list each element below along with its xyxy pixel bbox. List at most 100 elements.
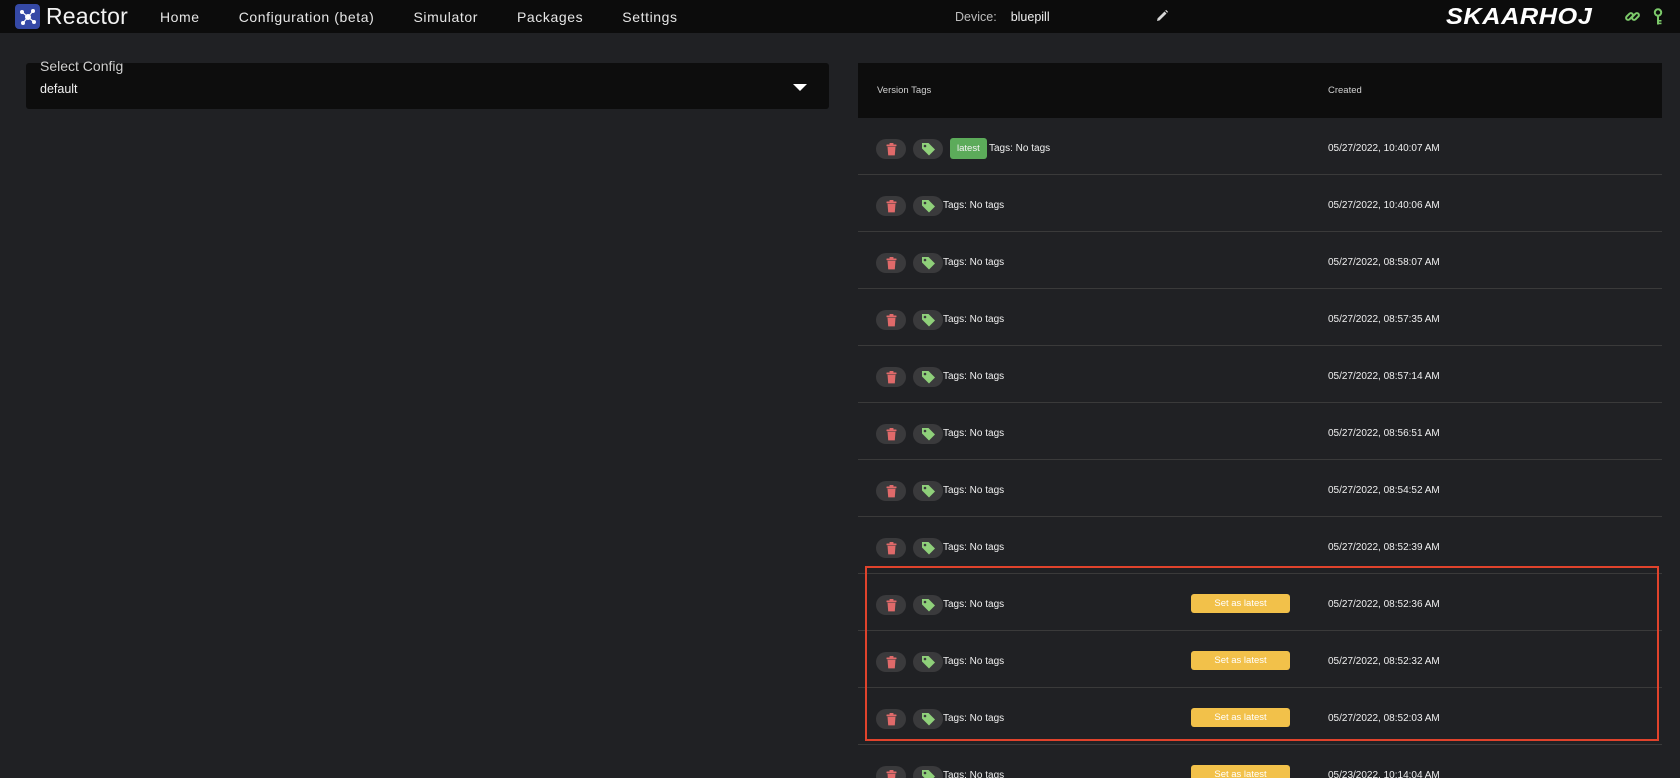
edit-tags-button[interactable] — [913, 538, 943, 558]
tags-text: Tags: No tags — [943, 656, 1005, 667]
table-row: Tags: No tags Set as latest 05/23/2022, 10… — [858, 745, 1662, 778]
header-version-tags: Version Tags — [877, 85, 932, 96]
edit-tags-button[interactable] — [913, 139, 943, 159]
trash-icon — [886, 370, 897, 384]
trash-icon — [886, 655, 897, 669]
header-created: Created — [1328, 85, 1362, 96]
trash-icon — [886, 484, 897, 498]
trash-icon — [886, 142, 897, 156]
created-date: 05/27/2022, 08:52:39 AM — [1328, 542, 1440, 553]
tags-text: Tags: No tags — [943, 485, 1005, 496]
tag-icon — [921, 313, 936, 327]
delete-button[interactable] — [876, 367, 906, 387]
edit-tags-button[interactable] — [913, 766, 943, 778]
tags-text: Tags: No tags — [943, 371, 1005, 382]
edit-tags-button[interactable] — [913, 595, 943, 615]
edit-tags-button[interactable] — [913, 310, 943, 330]
latest-badge: latest — [950, 138, 987, 159]
tags-text: Tags: No tags — [943, 542, 1005, 553]
brand[interactable]: Reactor — [15, 3, 128, 30]
delete-button[interactable] — [876, 310, 906, 330]
link-icon[interactable] — [1624, 8, 1641, 25]
trash-icon — [886, 313, 897, 327]
delete-button[interactable] — [876, 652, 906, 672]
tag-icon — [921, 142, 936, 156]
edit-tags-button[interactable] — [913, 709, 943, 729]
versions-table: Version Tags Created latest Tags: No tags… — [858, 63, 1662, 778]
main-nav: Home Configuration (beta) Simulator Pack… — [160, 9, 717, 25]
tags-text: Tags: No tags — [943, 314, 1005, 325]
tag-icon — [921, 541, 936, 555]
created-date: 05/27/2022, 08:52:03 AM — [1328, 713, 1440, 724]
table-row: Tags: No tags 05/27/2022, 08:58:07 AM — [858, 232, 1662, 289]
tag-icon — [921, 598, 936, 612]
tags-text: Tags: No tags — [943, 599, 1005, 610]
table-row: latest Tags: No tags 05/27/2022, 10:40:07 … — [858, 118, 1662, 175]
set-as-latest-button[interactable]: Set as latest — [1191, 708, 1290, 727]
nav-settings[interactable]: Settings — [622, 9, 677, 25]
table-header: Version Tags Created — [858, 63, 1662, 118]
delete-button[interactable] — [876, 424, 906, 444]
pencil-icon[interactable] — [1155, 9, 1169, 23]
select-config-dropdown[interactable]: Select Config default — [26, 58, 829, 109]
delete-button[interactable] — [876, 481, 906, 501]
table-body: latest Tags: No tags 05/27/2022, 10:40:07 … — [858, 118, 1662, 778]
edit-tags-button[interactable] — [913, 253, 943, 273]
created-date: 05/27/2022, 10:40:07 AM — [1328, 143, 1440, 154]
table-row: Tags: No tags Set as latest 05/27/2022, 08… — [858, 631, 1662, 688]
table-row: Tags: No tags 05/27/2022, 08:54:52 AM — [858, 460, 1662, 517]
trash-icon — [886, 541, 897, 555]
created-date: 05/23/2022, 10:14:04 AM — [1328, 770, 1440, 778]
set-as-latest-button[interactable]: Set as latest — [1191, 594, 1290, 613]
delete-button[interactable] — [876, 595, 906, 615]
edit-tags-button[interactable] — [913, 424, 943, 444]
select-config-value: default — [40, 82, 78, 96]
tags-text: Tags: No tags — [989, 143, 1051, 154]
tag-icon — [921, 712, 936, 726]
edit-tags-button[interactable] — [913, 196, 943, 216]
tag-icon — [921, 199, 936, 213]
delete-button[interactable] — [876, 766, 906, 778]
delete-button[interactable] — [876, 196, 906, 216]
nav-simulator[interactable]: Simulator — [413, 9, 478, 25]
edit-tags-button[interactable] — [913, 481, 943, 501]
trash-icon — [886, 769, 897, 778]
set-as-latest-button[interactable]: Set as latest — [1191, 765, 1290, 778]
chevron-down-icon[interactable] — [793, 84, 807, 91]
delete-button[interactable] — [876, 253, 906, 273]
tags-text: Tags: No tags — [943, 200, 1005, 211]
tag-icon — [921, 769, 936, 778]
edit-tags-button[interactable] — [913, 367, 943, 387]
app-name: Reactor — [46, 3, 128, 29]
tag-icon — [921, 256, 936, 270]
created-date: 05/27/2022, 08:56:51 AM — [1328, 428, 1440, 439]
delete-button[interactable] — [876, 538, 906, 558]
trash-icon — [886, 427, 897, 441]
set-as-latest-button[interactable]: Set as latest — [1191, 651, 1290, 670]
created-date: 05/27/2022, 08:57:35 AM — [1328, 314, 1440, 325]
tags-text: Tags: No tags — [943, 428, 1005, 439]
tag-icon — [921, 427, 936, 441]
tag-icon — [921, 484, 936, 498]
device-label: Device: — [955, 9, 997, 24]
nav-packages[interactable]: Packages — [517, 9, 583, 25]
trash-icon — [886, 199, 897, 213]
created-date: 05/27/2022, 08:52:32 AM — [1328, 656, 1440, 667]
created-date: 05/27/2022, 08:58:07 AM — [1328, 257, 1440, 268]
tags-text: Tags: No tags — [943, 713, 1005, 724]
reactor-logo-icon — [15, 4, 40, 29]
device-selector: Device: bluepill — [955, 0, 1050, 33]
edit-tags-button[interactable] — [913, 652, 943, 672]
delete-button[interactable] — [876, 139, 906, 159]
nav-home[interactable]: Home — [160, 9, 200, 25]
top-nav-bar: Reactor Home Configuration (beta) Simula… — [0, 0, 1680, 33]
tag-icon — [921, 655, 936, 669]
delete-button[interactable] — [876, 709, 906, 729]
skaarhoj-logo: SKAARHOJ — [1446, 3, 1593, 29]
select-config-label: Select Config — [40, 58, 124, 74]
tags-text: Tags: No tags — [943, 770, 1005, 778]
device-value: bluepill — [1010, 9, 1050, 24]
nav-configuration[interactable]: Configuration (beta) — [239, 9, 375, 25]
key-icon[interactable] — [1652, 8, 1664, 25]
table-row: Tags: No tags 05/27/2022, 08:52:39 AM — [858, 517, 1662, 574]
